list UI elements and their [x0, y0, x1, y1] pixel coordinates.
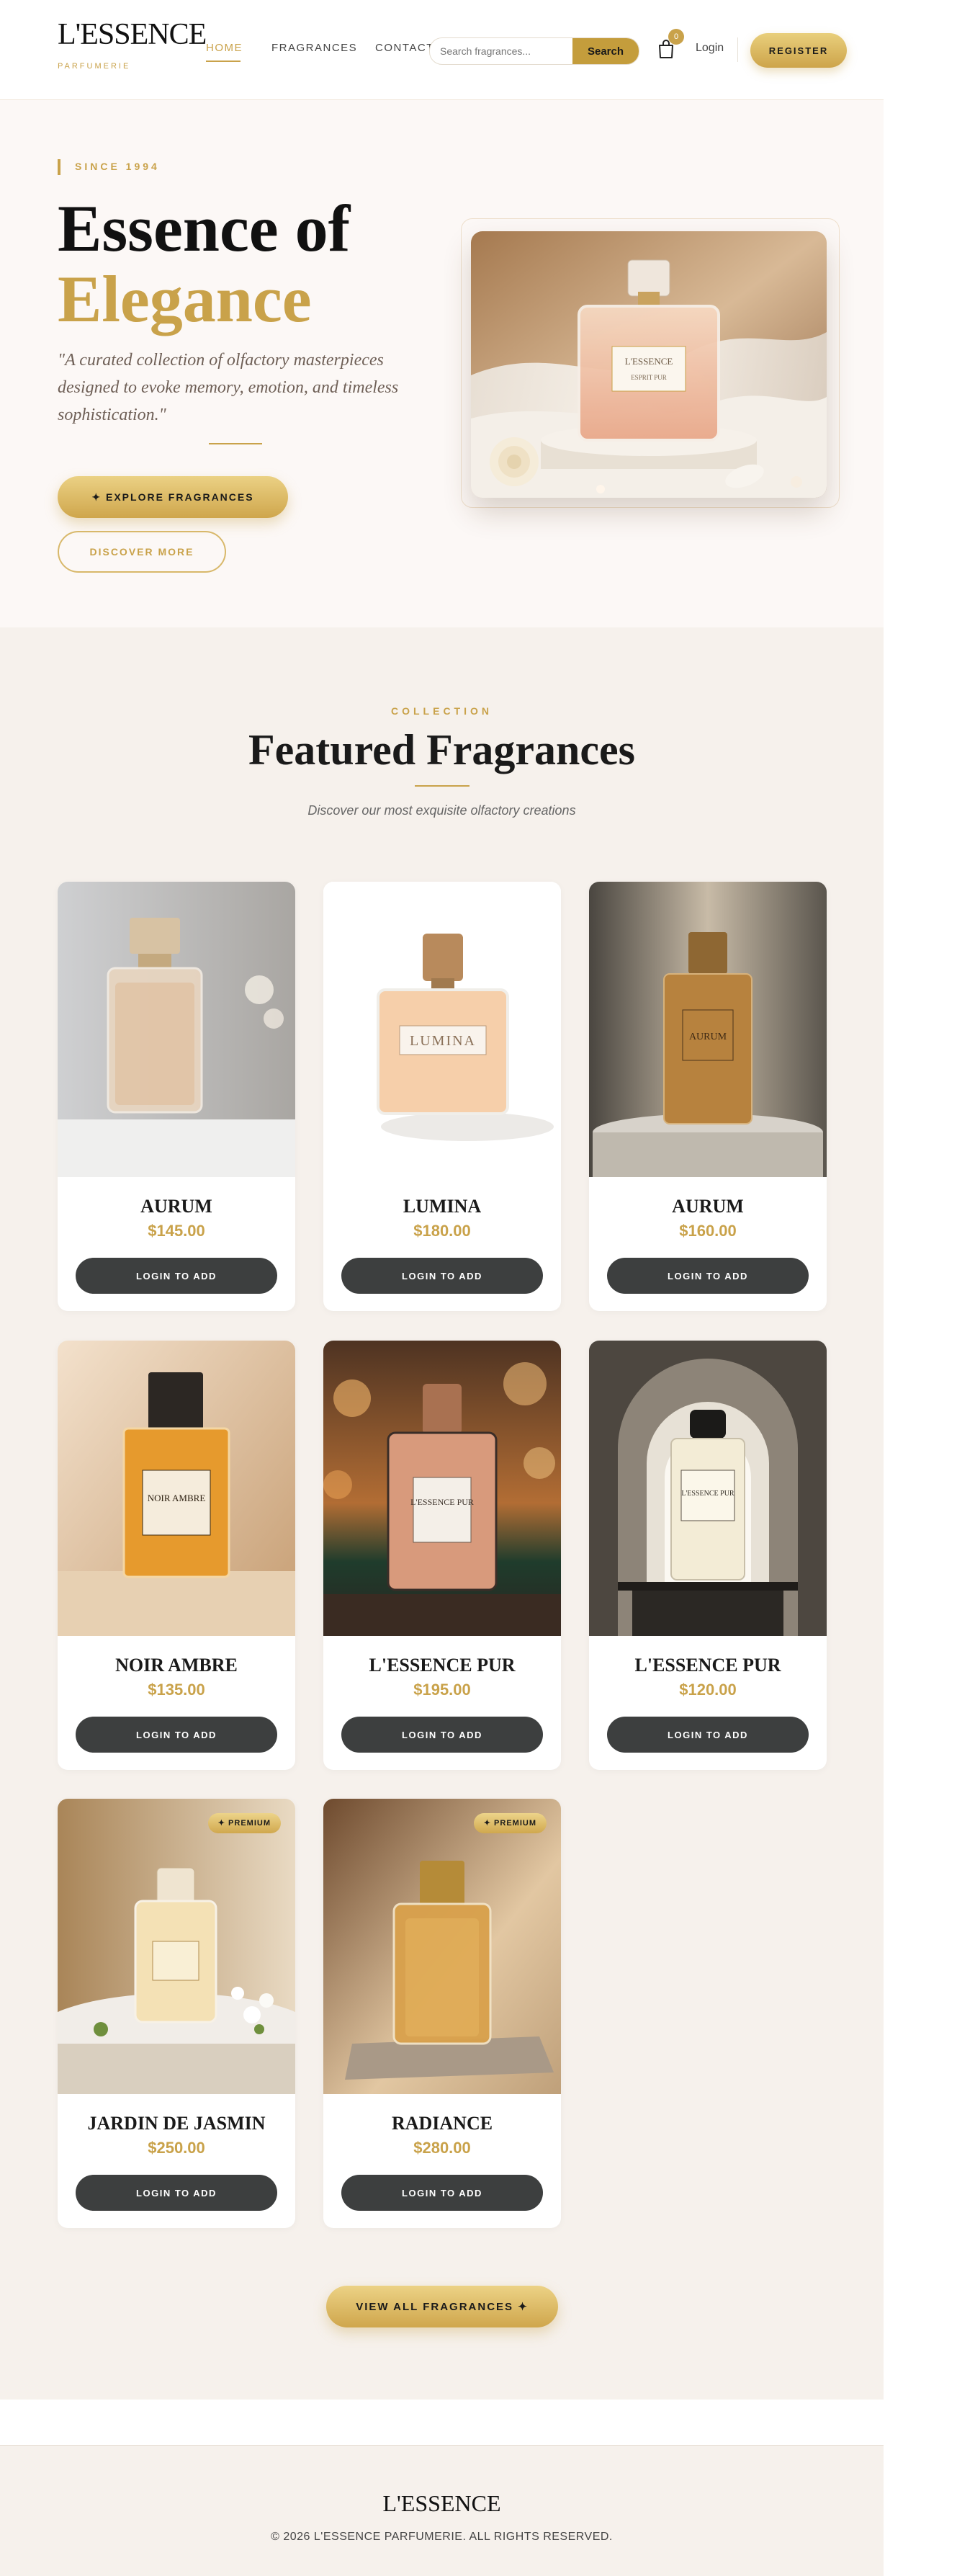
since-accent-bar	[58, 159, 60, 175]
product-name: NOIR AMBRE	[115, 1655, 238, 1676]
product-name: JARDIN DE JASMIN	[87, 2113, 266, 2134]
login-to-add-button[interactable]: LOGIN TO ADD	[76, 1717, 277, 1753]
view-all-fragrances-button[interactable]: VIEW ALL FRAGRANCES ✦	[326, 2286, 558, 2327]
bottle-label: LUMINA	[410, 1033, 476, 1049]
product-card[interactable]: LUMINA LUMINA $180.00 LOGIN TO ADD	[323, 882, 561, 1311]
hero-section: SINCE 1994 Essence of Elegance "A curate…	[0, 100, 884, 627]
product-name: LUMINA	[403, 1196, 482, 1217]
login-to-add-button[interactable]: LOGIN TO ADD	[607, 1258, 809, 1294]
hero-bottle-label-line2: ESPRIT PUR	[631, 374, 667, 381]
product-image	[58, 882, 295, 1177]
login-link[interactable]: Login	[696, 42, 724, 55]
brand-logo[interactable]: L'ESSENCE	[58, 17, 207, 52]
product-card[interactable]: L'ESSENCE PUR L'ESSENCE PUR $120.00 LOGI…	[589, 1341, 827, 1770]
search-form: Search	[429, 37, 639, 65]
premium-badge: ✦ PREMIUM	[207, 1813, 281, 1833]
login-to-add-button[interactable]: LOGIN TO ADD	[76, 2175, 277, 2211]
bottle-label: L'ESSENCE PUR	[681, 1490, 734, 1498]
search-input[interactable]	[430, 38, 587, 64]
hero-since: SINCE 1994	[75, 161, 160, 172]
footer-logo[interactable]: L'ESSENCE	[0, 2490, 884, 2517]
product-image: L'ESSENCE PUR	[323, 1341, 561, 1636]
product-card[interactable]: NOIR AMBRE NOIR AMBRE $135.00 LOGIN TO A…	[58, 1341, 295, 1770]
product-name: RADIANCE	[391, 2113, 493, 2134]
hero-tagline: "A curated collection of olfactory maste…	[58, 351, 399, 424]
product-image: NOIR AMBRE	[58, 1341, 295, 1636]
login-to-add-button[interactable]: LOGIN TO ADD	[341, 1258, 543, 1294]
brand-tagline: PARFUMERIE	[58, 62, 131, 71]
login-to-add-button[interactable]: LOGIN TO ADD	[607, 1717, 809, 1753]
hero-perfume-image: L'ESSENCE ESPRIT PUR	[471, 231, 827, 498]
bottle-label: NOIR AMBRE	[148, 1493, 206, 1503]
product-price: $160.00	[679, 1222, 737, 1240]
page-gutter	[884, 0, 957, 2575]
nav-home[interactable]: HOME	[206, 42, 243, 54]
nav-fragrances[interactable]: FRAGRANCES	[271, 42, 357, 54]
premium-badge: ✦ PREMIUM	[473, 1813, 547, 1833]
hero-bottle-label-line1: L'ESSENCE	[625, 356, 673, 367]
product-price: $250.00	[148, 2139, 205, 2157]
hero-divider	[209, 443, 262, 444]
product-image: L'ESSENCE PUR	[589, 1341, 827, 1636]
product-image: LUMINA	[323, 882, 561, 1177]
product-card[interactable]: ✦ PREMIUM RADIANCE $280.00 LOGIN TO ADD	[323, 1799, 561, 2228]
product-image: AURUM	[589, 882, 827, 1177]
product-price: $135.00	[148, 1681, 205, 1699]
nav-contact[interactable]: CONTACT	[375, 42, 434, 54]
discover-more-button[interactable]: DISCOVER MORE	[58, 531, 226, 573]
product-card[interactable]: L'ESSENCE PUR L'ESSENCE PUR $195.00 LOGI…	[323, 1341, 561, 1770]
product-name: L'ESSENCE PUR	[369, 1655, 516, 1676]
footer-copyright: © 2026 L'ESSENCE PARFUMERIE. ALL RIGHTS …	[271, 2531, 613, 2543]
login-to-add-button[interactable]: LOGIN TO ADD	[341, 1717, 543, 1753]
product-image: ✦ PREMIUM	[323, 1799, 561, 2094]
bottle-label: AURUM	[689, 1032, 727, 1042]
product-price: $195.00	[413, 1681, 471, 1699]
product-price: $120.00	[679, 1681, 737, 1699]
login-to-add-button[interactable]: LOGIN TO ADD	[76, 1258, 277, 1294]
product-price: $180.00	[413, 1222, 471, 1240]
register-button[interactable]: REGISTER	[750, 33, 847, 68]
product-price: $145.00	[148, 1222, 205, 1240]
site-footer: L'ESSENCE © 2026 L'ESSENCE PARFUMERIE. A…	[0, 2445, 884, 2576]
product-card[interactable]: AURUM AURUM $160.00 LOGIN TO ADD	[589, 882, 827, 1311]
section-title: Featured Fragrances	[248, 726, 636, 774]
bottle-label: L'ESSENCE PUR	[410, 1497, 474, 1507]
hero-title-line2: Elegance	[58, 262, 312, 336]
section-subtitle: Discover our most exquisite olfactory cr…	[307, 803, 576, 818]
site-header: L'ESSENCE PARFUMERIE HOME FRAGRANCES CON…	[0, 0, 884, 100]
nav-active-underline	[206, 61, 241, 62]
login-to-add-button[interactable]: LOGIN TO ADD	[341, 2175, 543, 2211]
hero-title-line1: Essence of	[58, 192, 351, 265]
product-image: ✦ PREMIUM	[58, 1799, 295, 2094]
cart-count-badge: 0	[668, 29, 684, 45]
header-divider	[737, 37, 738, 62]
product-name: AURUM	[140, 1196, 212, 1217]
product-card[interactable]: ✦ PREMIUM JARDIN DE JASMIN $250.00 LOGIN…	[58, 1799, 295, 2228]
explore-fragrances-button[interactable]: ✦ EXPLORE FRAGRANCES	[58, 476, 288, 518]
search-button[interactable]: Search	[572, 38, 639, 64]
page: L'ESSENCE PARFUMERIE HOME FRAGRANCES CON…	[0, 0, 884, 2576]
section-eyebrow: COLLECTION	[391, 705, 493, 717]
product-name: AURUM	[672, 1196, 744, 1217]
product-card[interactable]: AURUM $145.00 LOGIN TO ADD	[58, 882, 295, 1311]
product-name: L'ESSENCE PUR	[634, 1655, 781, 1676]
section-divider	[415, 785, 469, 787]
product-price: $280.00	[413, 2139, 471, 2157]
